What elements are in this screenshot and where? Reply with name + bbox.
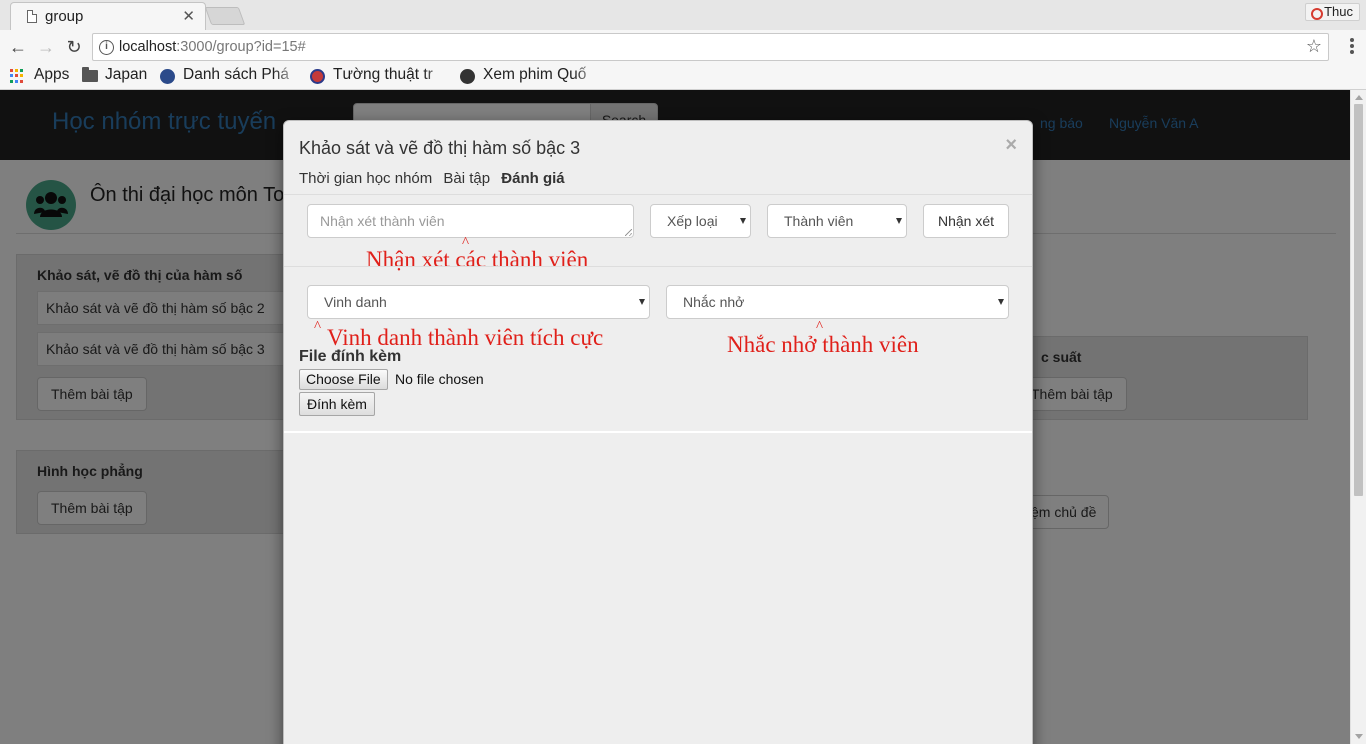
bookmarks-bar: Apps Japan Danh sách Phá Tường thuật tr … [0, 64, 1366, 90]
tab-study-time[interactable]: Thời gian học nhóm [299, 170, 432, 187]
file-attachment-label: File đính kèm [299, 348, 402, 365]
film-reel-icon [460, 69, 475, 84]
attach-button[interactable]: Đính kèm [299, 392, 375, 416]
info-icon[interactable]: i [99, 40, 114, 55]
divider [284, 431, 1032, 433]
profile-button[interactable]: Thuc [1305, 3, 1360, 21]
member-comment-textarea[interactable]: Nhận xét thành viên [307, 204, 634, 238]
browser-menu-icon[interactable] [1350, 38, 1354, 56]
annotation-remind-members: Nhắc nhở thành viên [727, 332, 919, 357]
annotation-comment-members: Nhận xét các thành viên [366, 247, 589, 272]
evaluation-modal: Khảo sát và vẽ đồ thị hàm số bậc 3 × Thờ… [283, 120, 1033, 744]
chevron-down-icon [639, 299, 645, 305]
divider [284, 194, 1032, 195]
no-file-chosen-text: No file chosen [395, 371, 484, 387]
comment-button[interactable]: Nhận xét [923, 204, 1009, 238]
honor-select[interactable]: Vinh danh [307, 285, 650, 319]
chevron-down-icon [740, 218, 746, 224]
annotation-caret: ^ [314, 319, 322, 335]
tab-exercises[interactable]: Bài tập [443, 170, 490, 187]
club-favicon-icon [310, 69, 325, 84]
page-scrollbar[interactable] [1350, 90, 1366, 744]
bookmark-star-icon[interactable]: ☆ [1306, 36, 1322, 57]
new-tab-button[interactable] [204, 7, 246, 25]
chevron-down-icon [998, 299, 1004, 305]
document-icon [27, 10, 37, 23]
close-icon[interactable]: × [1005, 135, 1017, 155]
choose-file-button[interactable]: Choose File [299, 369, 388, 390]
rating-select[interactable]: Xếp loại [650, 204, 751, 238]
bookmark-apps[interactable]: Apps [34, 66, 69, 84]
member-select[interactable]: Thành viên [767, 204, 907, 238]
reload-icon[interactable]: ↻ [63, 36, 85, 58]
site-favicon-icon [160, 69, 175, 84]
resize-handle-icon[interactable] [625, 229, 632, 236]
address-bar[interactable]: i localhost:3000/group?id=15# ☆ [92, 33, 1329, 61]
browser-tab[interactable]: group ✕ [10, 2, 206, 30]
folder-icon [82, 67, 98, 82]
forward-arrow-icon[interactable]: → [35, 36, 57, 58]
tab-close-icon[interactable]: ✕ [182, 7, 195, 25]
remind-select[interactable]: Nhắc nhở [666, 285, 1009, 319]
divider [284, 266, 1032, 267]
apps-grid-icon [10, 69, 24, 83]
tab-evaluation[interactable]: Đánh giá [501, 170, 564, 187]
url-text: localhost:3000/group?id=15# [119, 39, 306, 55]
modal-title: Khảo sát và vẽ đồ thị hàm số bậc 3 [299, 138, 581, 158]
bookmark-japan[interactable]: Japan [105, 66, 147, 84]
bookmark-tuong-thuat[interactable]: Tường thuật tr [333, 66, 433, 84]
back-arrow-icon[interactable]: ← [7, 36, 29, 58]
scroll-down-arrow-icon[interactable] [1355, 734, 1363, 739]
modal-tabs: Thời gian học nhóm Bài tập Đánh giá [299, 170, 572, 187]
browser-tabstrip: group ✕ Thuc [0, 0, 1366, 30]
browser-toolbar: ← → ↻ i localhost:3000/group?id=15# ☆ [0, 30, 1366, 64]
scroll-up-arrow-icon[interactable] [1355, 95, 1363, 100]
bookmark-xem-phim[interactable]: Xem phim Quố [483, 66, 586, 84]
tab-title: group [45, 8, 84, 25]
chevron-down-icon [896, 218, 902, 224]
scrollbar-thumb[interactable] [1354, 104, 1363, 496]
